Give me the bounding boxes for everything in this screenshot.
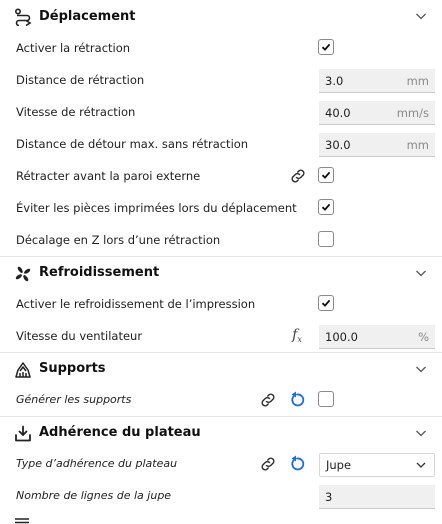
adhesion-icon (14, 425, 32, 443)
setting-z-hop: Décalage en Z lors d’une rétraction (0, 224, 442, 256)
field-value: 3 (325, 490, 333, 504)
setting-label: Activer la rétraction (16, 41, 131, 55)
max-comb-distance-input[interactable]: 30.0 mm (319, 133, 435, 157)
setting-retraction-distance: Distance de rétraction 3.0 mm (0, 64, 442, 96)
link-icon[interactable] (259, 391, 277, 409)
setting-label: Générer les supports (16, 393, 132, 406)
setting-label: Type d’adhérence du plateau (16, 457, 178, 470)
field-value: 3.0 (325, 74, 344, 88)
field-value: 40.0 (325, 106, 351, 120)
select-value: Jupe (326, 458, 352, 472)
setting-label: Décalage en Z lors d’une rétraction (16, 233, 221, 247)
fan-speed-input[interactable]: 100.0 % (319, 325, 435, 349)
support-icon (14, 361, 32, 379)
setting-retraction-speed: Vitesse de rétraction 40.0 mm/s (0, 96, 442, 128)
setting-label: Distance de détour max. sans rétraction (16, 137, 249, 151)
avoid-printed-parts-checkbox[interactable] (318, 199, 334, 215)
setting-label: Vitesse du ventilateur (16, 329, 143, 343)
section-adhesion-header[interactable]: Adhérence du plateau (0, 416, 442, 448)
retraction-speed-input[interactable]: 40.0 mm/s (319, 101, 435, 125)
setting-avoid-printed-parts: Éviter les pièces imprimées lors du dépl… (0, 192, 442, 224)
field-unit: mm (406, 74, 429, 88)
skirt-lines-input[interactable]: 3 (319, 485, 435, 509)
field-unit: mm (406, 138, 429, 152)
retract-before-outer-wall-checkbox[interactable] (318, 167, 334, 183)
check-icon (321, 299, 331, 307)
function-icon[interactable]: fx (288, 326, 306, 344)
fan-icon (14, 265, 32, 283)
setting-skirt-lines: Nombre de lignes de la jupe 3 (0, 480, 442, 512)
link-icon[interactable] (289, 167, 307, 185)
field-value: 100.0 (325, 330, 358, 344)
support-enable-checkbox[interactable] (318, 391, 334, 407)
fan-enabled-checkbox[interactable] (318, 295, 334, 311)
next-section-icon (15, 518, 29, 524)
setting-max-comb-distance: Distance de détour max. sans rétraction … (0, 128, 442, 160)
setting-fan-enabled: Activer le refroidissement de l’impressi… (0, 288, 442, 320)
setting-support-enable: Générer les supports (0, 384, 442, 416)
setting-label: Distance de rétraction (16, 73, 145, 87)
field-value: 30.0 (325, 138, 351, 152)
section-travel-title: Déplacement (39, 8, 136, 24)
section-support-title: Supports (39, 361, 106, 376)
chevron-down-icon[interactable] (415, 10, 427, 22)
setting-label: Nombre de lignes de la jupe (16, 489, 172, 502)
z-hop-checkbox[interactable] (318, 231, 334, 247)
reset-icon[interactable] (288, 391, 306, 409)
field-unit: % (418, 330, 429, 344)
setting-label: Rétracter avant la paroi externe (16, 169, 201, 183)
chevron-down-icon (416, 462, 426, 468)
print-settings-panel: Déplacement Activer la rétraction Distan… (0, 0, 442, 512)
section-support-header[interactable]: Supports (0, 352, 442, 384)
section-travel-header[interactable]: Déplacement (0, 0, 442, 32)
check-icon (321, 171, 331, 179)
setting-retraction-enable: Activer la rétraction (0, 32, 442, 64)
section-adhesion-title: Adhérence du plateau (39, 425, 201, 440)
section-cooling-header[interactable]: Refroidissement (0, 256, 442, 288)
retraction-enable-checkbox[interactable] (318, 39, 334, 55)
travel-icon (14, 8, 32, 26)
setting-adhesion-type: Type d’adhérence du plateau Jupe (0, 448, 442, 480)
setting-label: Activer le refroidissement de l’impressi… (16, 297, 256, 311)
reset-icon[interactable] (288, 455, 306, 473)
setting-label: Vitesse de rétraction (16, 105, 136, 119)
section-cooling-title: Refroidissement (39, 265, 160, 280)
chevron-down-icon[interactable] (415, 363, 427, 375)
link-icon[interactable] (259, 455, 277, 473)
chevron-down-icon[interactable] (415, 267, 427, 279)
setting-fan-speed: Vitesse du ventilateur fx 100.0 % (0, 320, 442, 352)
retraction-distance-input[interactable]: 3.0 mm (319, 69, 435, 93)
setting-retract-before-outer-wall: Rétracter avant la paroi externe (0, 160, 442, 192)
setting-label: Éviter les pièces imprimées lors du dépl… (16, 201, 297, 215)
adhesion-type-select[interactable]: Jupe (319, 453, 435, 477)
chevron-down-icon[interactable] (415, 427, 427, 439)
check-icon (321, 43, 331, 51)
check-icon (321, 203, 331, 211)
field-unit: mm/s (396, 106, 429, 120)
